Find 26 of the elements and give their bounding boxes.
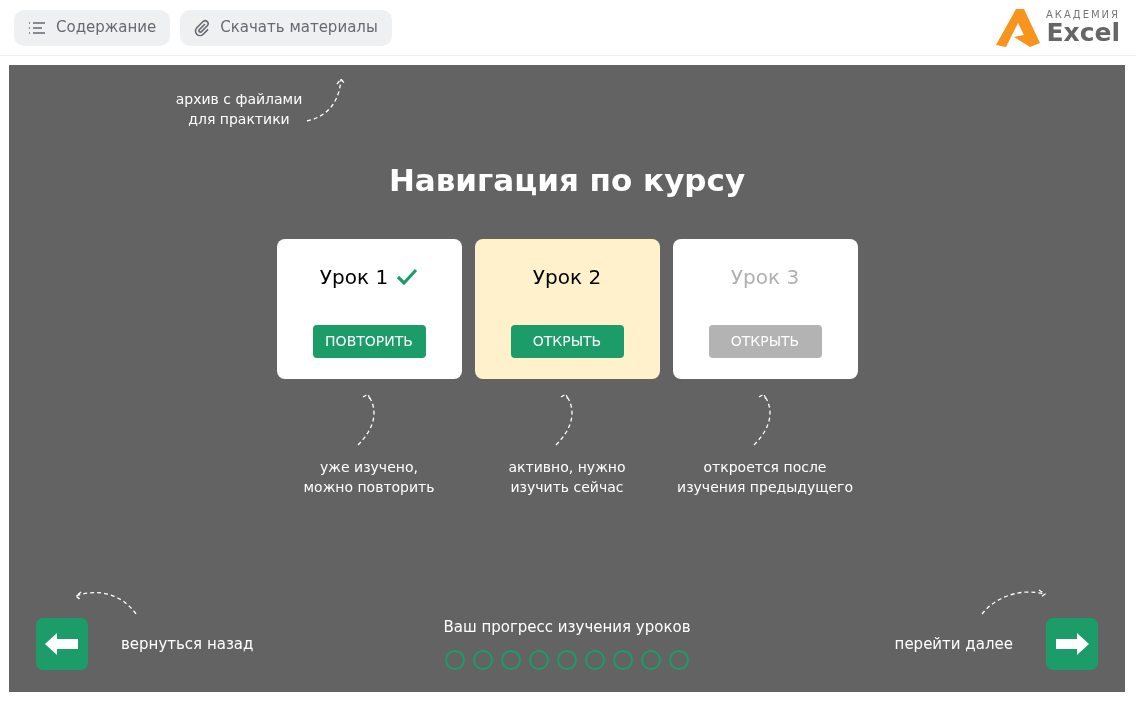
next-label: перейти далее [894, 633, 1013, 655]
annotation: откроется после изучения предыдущего [676, 458, 854, 497]
left-arrow-icon [45, 633, 79, 655]
back-button[interactable] [36, 618, 88, 670]
paperclip-icon [194, 18, 211, 37]
next-button[interactable] [1046, 618, 1098, 670]
progress-title: Ваш прогресс изучения уроков [443, 616, 691, 638]
contents-button[interactable]: Содержание [14, 9, 171, 46]
lesson-button[interactable]: ОТКРЫТЬ [708, 325, 822, 358]
annotation: активно, нужно изучить сейчас [507, 458, 627, 497]
check-icon [396, 268, 419, 286]
lesson-button[interactable]: ОТКРЫТЬ [510, 325, 624, 358]
logo-wordmark: Excel [1046, 20, 1120, 45]
lesson-title: Урок 2 [532, 264, 602, 291]
logo-icon [994, 6, 1043, 49]
back-label: вернуться назад [121, 633, 254, 655]
annotation: архив с файлами для практики [174, 90, 304, 129]
lesson-button[interactable]: ПОВТОРИТЬ [312, 325, 426, 358]
lesson-title: Урок 3 [730, 264, 800, 291]
lesson-title: Урок 1 [319, 264, 389, 291]
download-button[interactable]: Скачать материалы [180, 9, 392, 46]
slide-title: Навигация по курсу [388, 161, 746, 200]
list-icon [28, 20, 46, 35]
right-arrow-icon [1055, 633, 1089, 655]
annotation: уже изучено, можно повторить [302, 458, 436, 497]
logo-caption: АКАДЕМИЯ [1046, 10, 1120, 20]
